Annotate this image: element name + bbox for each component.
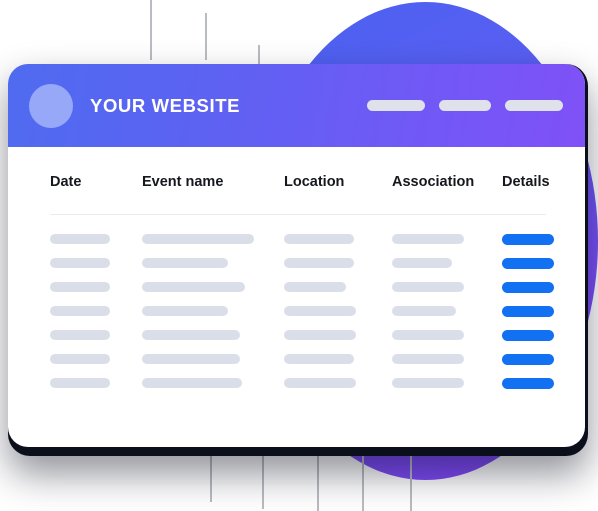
decor-line-top-2: [205, 13, 207, 60]
placeholder-bar: [142, 282, 245, 292]
cell-location: [284, 258, 392, 268]
details-button[interactable]: [502, 353, 554, 365]
placeholder-bar: [142, 330, 240, 340]
header-navigation[interactable]: [367, 100, 563, 111]
placeholder-bar: [392, 306, 456, 316]
cell-date: [50, 282, 142, 292]
cell-location: [284, 354, 392, 364]
placeholder-bar: [284, 378, 356, 388]
placeholder-bar: [50, 354, 110, 364]
decor-line-top-1: [150, 0, 152, 60]
column-header-location[interactable]: Location: [284, 174, 392, 190]
cell-details: [502, 305, 568, 317]
table-row[interactable]: [50, 371, 554, 395]
screenshot-stage: YOUR WEBSITE Date Event name Location Assoc…: [0, 0, 598, 511]
details-button[interactable]: [502, 329, 554, 341]
placeholder-bar: [284, 234, 354, 244]
cell-location: [284, 378, 392, 388]
site-header: YOUR WEBSITE: [8, 64, 585, 147]
placeholder-bar: [50, 282, 110, 292]
cell-association: [392, 234, 502, 244]
table-row[interactable]: [50, 251, 554, 275]
placeholder-bar: [284, 354, 354, 364]
table-row[interactable]: [50, 347, 554, 371]
events-table: Date Event name Location Association Details: [50, 174, 554, 395]
table-row[interactable]: [50, 227, 554, 251]
cell-details: [502, 281, 568, 293]
cell-association: [392, 282, 502, 292]
details-button[interactable]: [502, 233, 554, 245]
cell-location: [284, 282, 392, 292]
cell-details: [502, 233, 568, 245]
table-row[interactable]: [50, 323, 554, 347]
cell-association: [392, 330, 502, 340]
placeholder-bar: [142, 306, 228, 316]
cell-location: [284, 330, 392, 340]
table-header-row: Date Event name Location Association Details: [50, 174, 550, 190]
site-title: YOUR WEBSITE: [90, 94, 241, 116]
details-button[interactable]: [502, 257, 554, 269]
placeholder-bar: [142, 234, 254, 244]
cell-date: [50, 306, 142, 316]
cell-event-name: [142, 282, 284, 292]
placeholder-bar: [50, 330, 110, 340]
placeholder-bar: [284, 306, 356, 316]
placeholder-bar: [142, 258, 228, 268]
column-header-details[interactable]: Details: [502, 174, 568, 190]
table-body: [50, 215, 554, 395]
events-table-card: Date Event name Location Association Details: [28, 148, 568, 436]
cell-date: [50, 354, 142, 364]
placeholder-bar: [50, 258, 110, 268]
placeholder-bar: [392, 282, 464, 292]
nav-pill-2[interactable]: [439, 100, 491, 111]
placeholder-bar: [142, 378, 242, 388]
cell-event-name: [142, 258, 284, 268]
details-button[interactable]: [502, 305, 554, 317]
details-button[interactable]: [502, 377, 554, 389]
column-header-date[interactable]: Date: [50, 174, 142, 190]
cell-association: [392, 378, 502, 388]
placeholder-bar: [284, 258, 354, 268]
cell-details: [502, 377, 568, 389]
placeholder-bar: [392, 378, 464, 388]
table-row[interactable]: [50, 275, 554, 299]
cell-date: [50, 258, 142, 268]
cell-event-name: [142, 234, 284, 244]
details-button[interactable]: [502, 281, 554, 293]
placeholder-bar: [50, 378, 110, 388]
decor-line-bottom-2: [262, 447, 264, 509]
cell-event-name: [142, 306, 284, 316]
logo-avatar-icon: [29, 83, 73, 128]
cell-date: [50, 378, 142, 388]
placeholder-bar: [392, 330, 464, 340]
cell-details: [502, 329, 568, 341]
cell-event-name: [142, 330, 284, 340]
nav-pill-3[interactable]: [505, 100, 563, 111]
column-header-event-name[interactable]: Event name: [142, 174, 284, 190]
table-row[interactable]: [50, 299, 554, 323]
cell-association: [392, 306, 502, 316]
column-header-association[interactable]: Association: [392, 174, 502, 190]
cell-date: [50, 330, 142, 340]
placeholder-bar: [142, 354, 240, 364]
cell-date: [50, 234, 142, 244]
cell-event-name: [142, 378, 284, 388]
cell-location: [284, 234, 392, 244]
cell-association: [392, 354, 502, 364]
nav-pill-1[interactable]: [367, 100, 425, 111]
cell-location: [284, 306, 392, 316]
placeholder-bar: [50, 234, 110, 244]
placeholder-bar: [392, 234, 464, 244]
cell-association: [392, 258, 502, 268]
placeholder-bar: [392, 354, 464, 364]
placeholder-bar: [50, 306, 110, 316]
cell-details: [502, 257, 568, 269]
cell-event-name: [142, 354, 284, 364]
placeholder-bar: [284, 282, 346, 292]
placeholder-bar: [284, 330, 356, 340]
cell-details: [502, 353, 568, 365]
placeholder-bar: [392, 258, 452, 268]
browser-window: YOUR WEBSITE Date Event name Location Assoc…: [8, 64, 585, 447]
